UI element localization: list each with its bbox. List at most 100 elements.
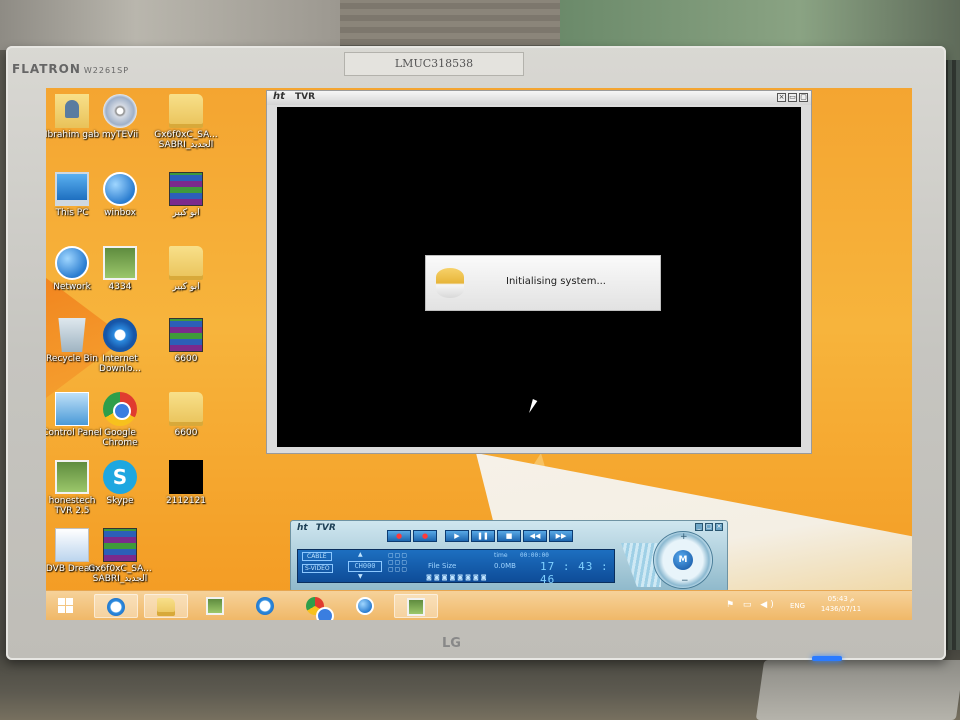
system-tray-icons[interactable]: ⚑ ▭ ◀) — [726, 600, 777, 610]
lg-logo: LG — [442, 636, 461, 651]
rar-icon — [169, 172, 203, 206]
channel-up-icon[interactable]: ▲ — [358, 551, 363, 558]
channel-down-icon[interactable]: ▼ — [358, 573, 363, 580]
idm-icon — [103, 318, 137, 352]
tvr-video-area[interactable]: Initialising system... — [277, 107, 801, 447]
desktop-icon-gx6f0xc-folder[interactable]: Gx6f0xC_SA... SABRI_الجديد — [154, 94, 218, 150]
taskbar-clock[interactable]: 05:43 م 1436/07/11 — [816, 594, 866, 614]
channel-display: CH000 — [348, 561, 382, 572]
tvr-titlebar[interactable]: ht TVR × ▭ ▢ — [267, 91, 811, 105]
tvr-icon — [407, 598, 425, 616]
rewind-button[interactable]: ◀◀ — [523, 530, 547, 542]
rar-icon — [103, 528, 137, 562]
tvr-icon — [55, 460, 89, 494]
file-explorer-icon — [157, 598, 175, 616]
stop-button[interactable]: ■ — [497, 530, 521, 542]
taskbar-winbox[interactable] — [344, 594, 388, 618]
background-wall — [0, 0, 340, 50]
desktop-icon-abu-kabir-folder[interactable]: ابو كبير — [154, 246, 218, 292]
black-image-icon — [169, 460, 203, 494]
rar-icon — [169, 318, 203, 352]
desktop-icon-6600-rar[interactable]: 6600 — [154, 318, 218, 364]
volume-knob[interactable]: + M − — [653, 531, 713, 589]
monitor-brand: FLATRON W2261SP — [12, 62, 130, 76]
photos-icon — [206, 597, 224, 615]
serial-sticker: LMUC318538 — [344, 52, 524, 76]
svideo-button[interactable]: S-VIDEO — [302, 564, 333, 573]
winbox-icon — [103, 172, 137, 206]
record-button[interactable]: ● — [387, 530, 411, 542]
minimize-icon[interactable]: ▭ — [788, 93, 797, 102]
tvr-window-title: TVR — [295, 92, 316, 102]
forward-button[interactable]: ▶▶ — [549, 530, 573, 542]
volume-down-icon[interactable]: − — [681, 576, 689, 586]
taskbar-idm[interactable] — [244, 594, 288, 618]
taskbar-internet-explorer[interactable] — [94, 594, 138, 618]
taskbar-photos[interactable] — [194, 594, 238, 618]
desktop-icon-2112121[interactable]: 2112121 — [154, 460, 218, 506]
tvr-control-panel[interactable]: ht TVR ● ● ▶ ❚❚ ■ ◀◀ ▶▶ _ ▢ × CABLE S-VID… — [290, 520, 728, 592]
windows-start-icon[interactable] — [58, 598, 74, 614]
panel-close-icon[interactable]: × — [715, 523, 723, 531]
winbox-icon — [356, 597, 374, 615]
panel-restore-icon[interactable]: ▢ — [705, 523, 713, 531]
user-folder-icon — [55, 94, 89, 128]
background-brick — [340, 0, 560, 45]
pause-button[interactable]: ❚❚ — [471, 530, 495, 542]
desktop-icon-abu-kabir-rar[interactable]: ابو كبير — [154, 172, 218, 218]
pc-icon — [55, 172, 89, 206]
volume-up-icon[interactable]: + — [680, 532, 688, 542]
maximize-icon[interactable]: ▢ — [799, 93, 808, 102]
play-button[interactable]: ▶ — [445, 530, 469, 542]
taskbar: ⚑ ▭ ◀) ENG 05:43 م 1436/07/11 — [46, 590, 912, 620]
database-icon — [436, 268, 464, 298]
taskbar-file-explorer[interactable] — [144, 594, 188, 618]
desktop-icon-6600-folder[interactable]: 6600 — [154, 392, 218, 438]
desktop-icon-gx6f0xc-rar[interactable]: Gx6f0xC_SA... SABRI_الجديد — [88, 528, 152, 584]
recycle-bin-icon — [58, 318, 86, 352]
panel-minimize-icon[interactable]: _ — [695, 523, 703, 531]
initialising-text: Initialising system... — [506, 276, 606, 287]
desktop-screen: Ibrahim gab This PC Network Recycle Bin … — [46, 88, 912, 620]
taskbar-chrome[interactable] — [294, 594, 338, 620]
folder-icon — [169, 246, 203, 280]
skype-icon: S — [103, 460, 137, 494]
desktop-icon-mytevii[interactable]: myTEVii — [88, 94, 152, 140]
desktop-icon-skype[interactable]: S Skype — [88, 460, 152, 506]
mouse-cursor-icon — [529, 399, 538, 413]
tvr-transport-bar: ● ● ▶ ❚❚ ■ ◀◀ ▶▶ — [387, 530, 607, 542]
desktop-icon-4334[interactable]: 4334 — [88, 246, 152, 292]
desk-device — [755, 660, 960, 720]
tool-icons-row[interactable]: ◙◙◙◙◙◙◙◙ — [426, 574, 489, 581]
numpad[interactable]: ▢▢▢ ▢▢▢ ▢▢▢ — [388, 552, 408, 573]
desktop-icon-internet-download-manager[interactable]: Internet Downlo... — [88, 318, 152, 374]
file-size-value: 0.0MB — [494, 562, 516, 570]
taskbar-tvr[interactable] — [394, 594, 438, 618]
desktop-icon-google-chrome[interactable]: Google Chrome — [88, 392, 152, 448]
time-value: 00:00:00 — [520, 552, 549, 559]
close-icon[interactable]: × — [777, 93, 786, 102]
monitor-bezel: FLATRON W2261SP LMUC318538 LG Ibrahim gab… — [6, 46, 946, 661]
dvb-icon — [55, 528, 89, 562]
tvr-lcd-display: CABLE S-VIDEO ▲ CH000 ▼ ▢▢▢ ▢▢▢ ▢▢▢ time 0… — [297, 549, 615, 586]
folder-icon — [169, 94, 203, 128]
cable-button[interactable]: CABLE — [302, 552, 332, 561]
chrome-icon — [306, 597, 334, 620]
initialising-dialog: Initialising system... — [425, 255, 661, 311]
control-panel-icon — [55, 392, 89, 426]
menu-button[interactable]: M — [673, 550, 693, 570]
chrome-icon — [103, 392, 137, 426]
file-size-label: File Size — [428, 562, 457, 570]
internet-explorer-icon — [107, 598, 125, 616]
tvr-panel-title: ht TVR — [297, 523, 336, 533]
desktop-icon-winbox[interactable]: winbox — [88, 172, 152, 218]
photo-scene: FLATRON W2261SP LMUC318538 LG Ibrahim gab… — [0, 0, 960, 720]
language-indicator[interactable]: ENG — [790, 602, 805, 610]
record-timer-button[interactable]: ● — [413, 530, 437, 542]
clock-display: 17 : 43 : 46 — [540, 560, 609, 586]
power-led — [812, 656, 842, 661]
idm-icon — [256, 597, 274, 615]
cd-icon — [103, 94, 137, 128]
tvr-window[interactable]: ht TVR × ▭ ▢ Initialising system... — [266, 90, 812, 454]
tvr-logo: ht — [273, 91, 285, 102]
